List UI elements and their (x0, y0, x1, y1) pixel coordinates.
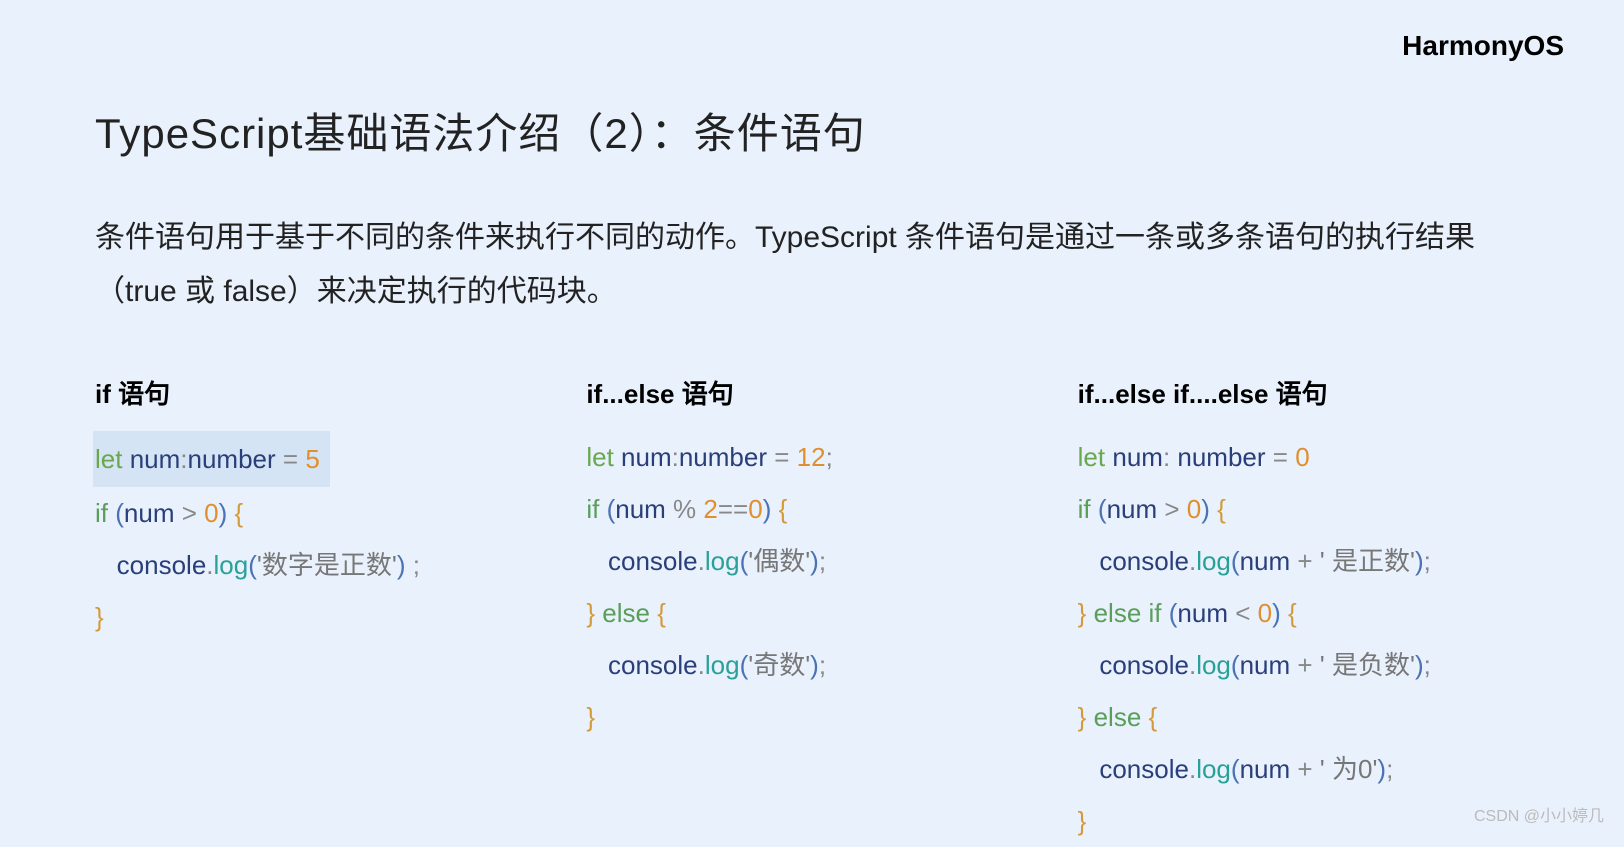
column-if: if 语句 let num:number = 5 if (num > 0) { … (95, 374, 546, 847)
brand-logo: HarmonyOS (1402, 30, 1564, 62)
code-columns: if 语句 let num:number = 5 if (num > 0) { … (95, 374, 1529, 847)
column-title: if...else if....else 语句 (1078, 374, 1529, 411)
column-if-else: if...else 语句 let num:number = 12; if (nu… (586, 374, 1037, 847)
column-if-elseif-else: if...else if....else 语句 let num: number … (1078, 374, 1529, 847)
code-block: let num:number = 12; if (num % 2==0) { c… (586, 431, 1037, 743)
column-title: if...else 语句 (586, 374, 1037, 411)
column-title: if 语句 (95, 374, 546, 411)
slide-content: TypeScript基础语法介绍（2）：条件语句 条件语句用于基于不同的条件来执… (0, 0, 1624, 847)
slide-description: 条件语句用于基于不同的条件来执行不同的动作。TypeScript 条件语句是通过… (95, 211, 1529, 319)
code-block: let num:number = 5 if (num > 0) { consol… (95, 431, 546, 643)
slide-title: TypeScript基础语法介绍（2）：条件语句 (95, 100, 1529, 161)
code-block: let num: number = 0 if (num > 0) { conso… (1078, 431, 1529, 847)
watermark: CSDN @小小婷几 (1474, 802, 1604, 826)
